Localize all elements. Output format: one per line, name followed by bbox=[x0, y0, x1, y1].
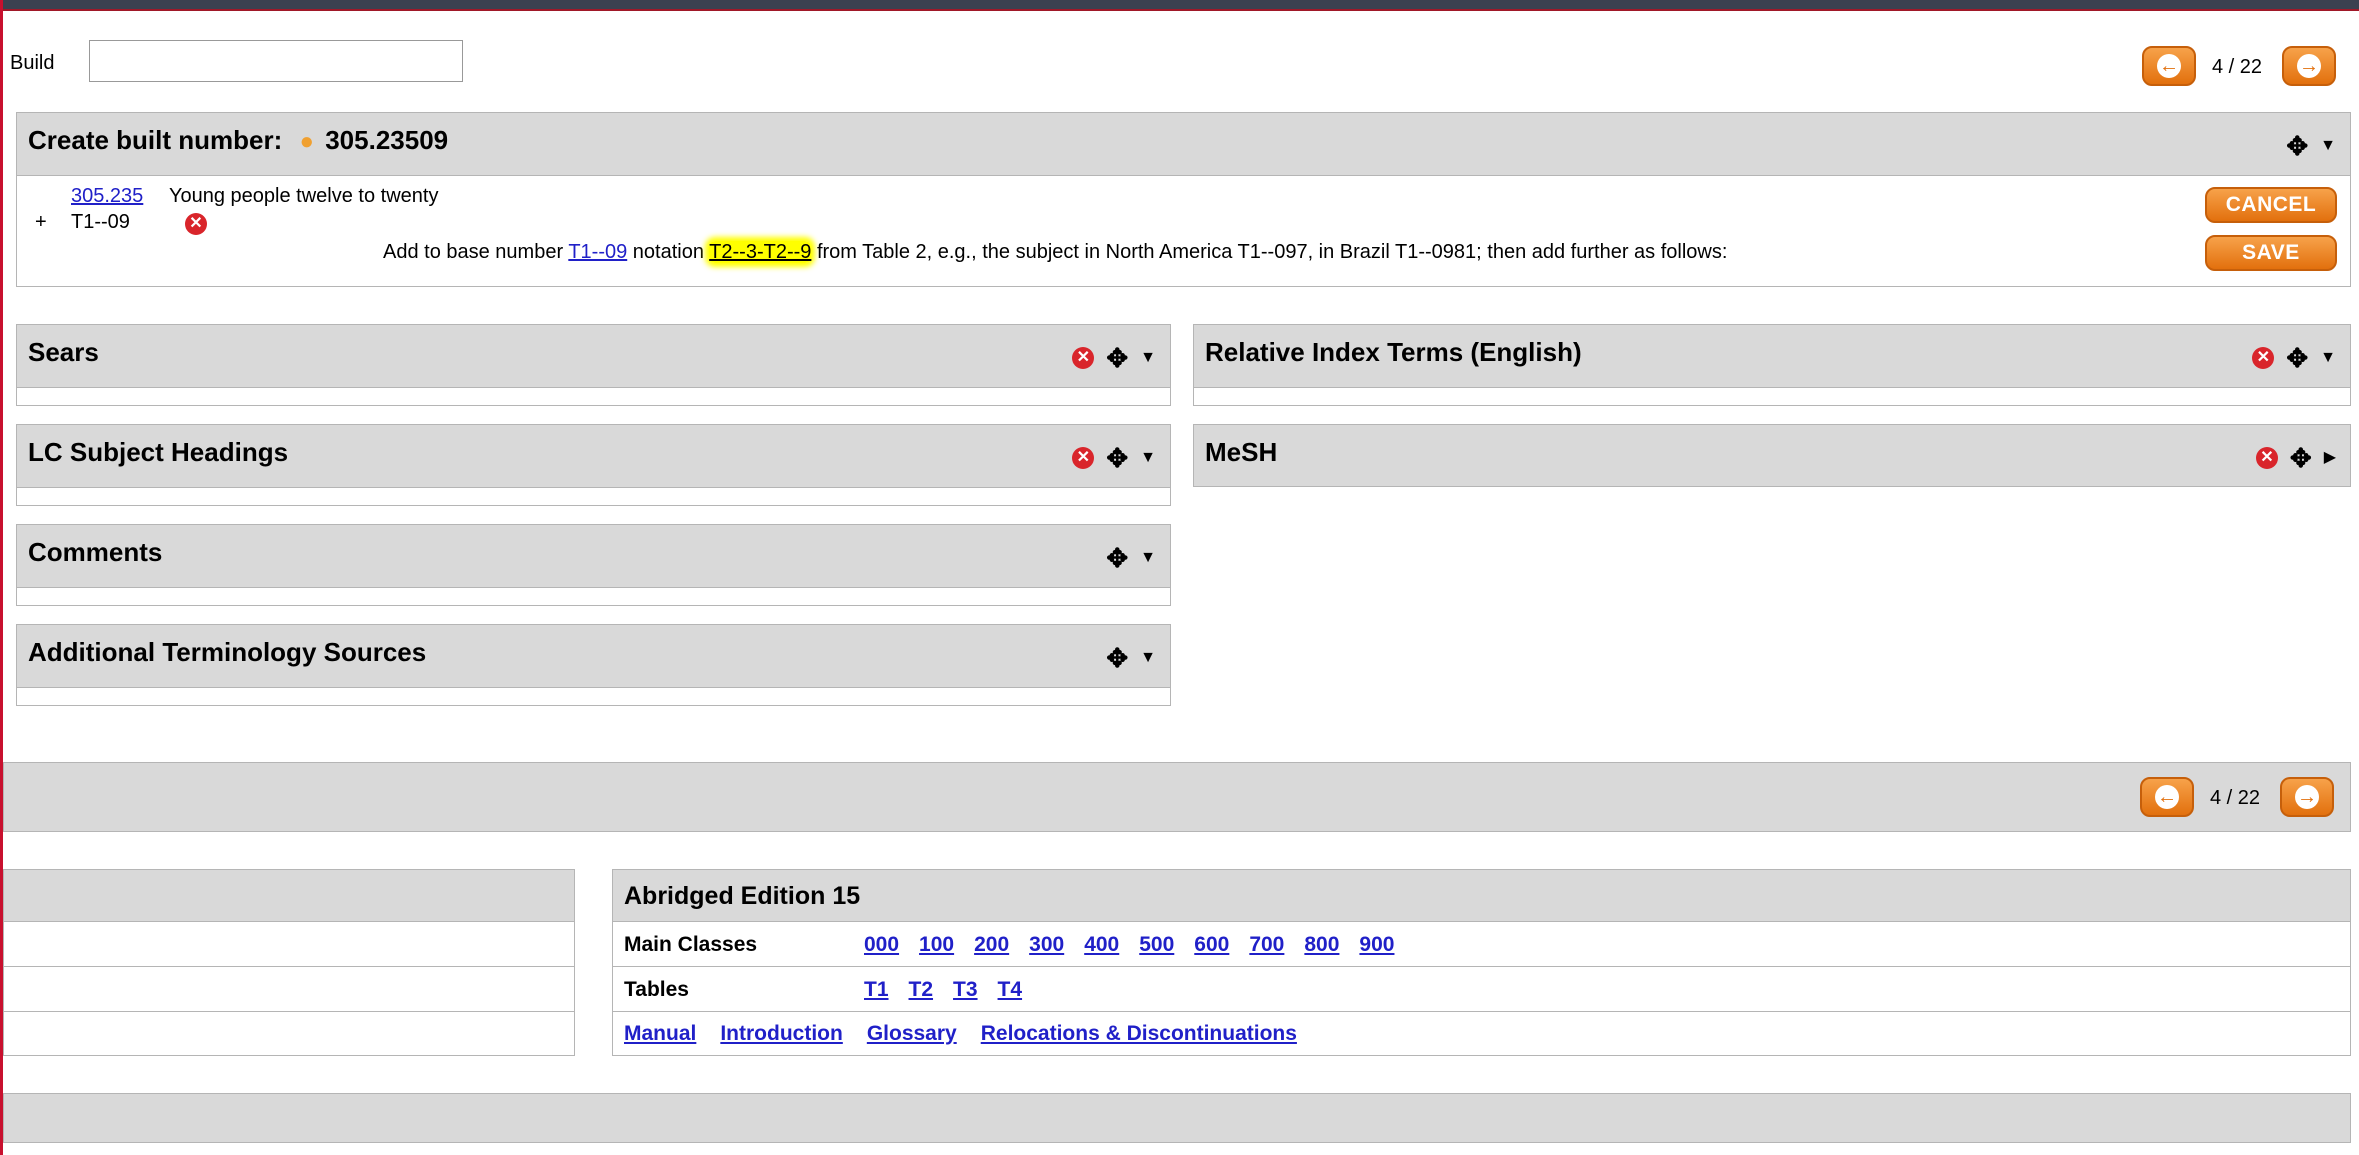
move-cross-icon[interactable]: ✥ bbox=[2290, 445, 2312, 471]
table-link[interactable]: T3 bbox=[953, 978, 978, 1001]
sears-panel: Sears ✕ ✥ ▼ bbox=[16, 324, 1171, 406]
comments-panel: Comments ✥ ▼ bbox=[16, 524, 1171, 606]
build-label: Build bbox=[10, 52, 55, 74]
additional-terminology-panel: Additional Terminology Sources ✥ ▼ bbox=[16, 624, 1171, 706]
remove-x-icon[interactable]: ✕ bbox=[185, 213, 207, 235]
next-record-button[interactable]: → bbox=[2280, 777, 2334, 817]
record-counter: 4 / 22 bbox=[2212, 56, 2263, 78]
main-class-link[interactable]: 400 bbox=[1084, 933, 1119, 956]
main-class-link[interactable]: 500 bbox=[1139, 933, 1174, 956]
remove-x-icon[interactable]: ✕ bbox=[2252, 347, 2275, 369]
abridged-title: Abridged Edition 15 bbox=[624, 882, 861, 910]
move-cross-icon[interactable]: ✥ bbox=[2286, 345, 2308, 371]
prev-record-button[interactable]: ← bbox=[2140, 777, 2194, 817]
introduction-link[interactable]: Introduction bbox=[720, 1022, 842, 1045]
table-link[interactable]: T2 bbox=[909, 978, 934, 1001]
add-code: T1--09 bbox=[71, 211, 130, 233]
caret-down-icon[interactable]: ▼ bbox=[1140, 350, 1156, 366]
caret-down-icon[interactable]: ▼ bbox=[2320, 138, 2336, 154]
resource-links-row: Manual Introduction Glossary Relocations & … bbox=[613, 1012, 2350, 1056]
caret-right-icon[interactable]: ▶ bbox=[2324, 450, 2336, 466]
relative-index-title: Relative Index Terms (English) bbox=[1205, 337, 1582, 367]
left-table-row bbox=[4, 922, 574, 967]
table-link[interactable]: T1 bbox=[864, 978, 889, 1001]
arrow-left-icon: ← bbox=[2157, 54, 2181, 78]
base-number-link[interactable]: 305.235 bbox=[71, 185, 143, 208]
create-built-number-panel: Create built number: ● 305.23509 ✥ ▼ 305… bbox=[16, 112, 2351, 287]
relative-index-panel: Relative Index Terms (English) ✕ ✥ ▼ bbox=[1193, 324, 2351, 406]
add-instruction: Add to base number T1--09 notation T2--3… bbox=[383, 241, 1728, 263]
main-class-link[interactable]: 800 bbox=[1304, 933, 1339, 956]
arrow-right-icon: → bbox=[2297, 54, 2321, 78]
bottom-pager-bar: ← 4 / 22 → bbox=[3, 762, 2351, 832]
main-classes-row: Main Classes 000 100 200 300 400 500 600 700 800… bbox=[613, 922, 2350, 967]
instruction-link-t1[interactable]: T1--09 bbox=[568, 241, 627, 263]
panel-header: Create built number: ● 305.23509 ✥ ▼ bbox=[17, 113, 2350, 176]
move-cross-icon[interactable]: ✥ bbox=[1106, 545, 1128, 571]
manual-link[interactable]: Manual bbox=[624, 1022, 696, 1045]
plus-sign: + bbox=[35, 211, 47, 233]
remove-x-icon[interactable]: ✕ bbox=[1072, 447, 1095, 469]
table-link[interactable]: T4 bbox=[998, 978, 1023, 1001]
arrow-right-icon: → bbox=[2295, 785, 2319, 809]
main-class-link[interactable]: 100 bbox=[919, 933, 954, 956]
arrow-left-icon: ← bbox=[2155, 785, 2179, 809]
instruction-link-t2-range[interactable]: T2--3-T2--9 bbox=[709, 241, 812, 263]
main-class-link[interactable]: 200 bbox=[974, 933, 1009, 956]
top-bar bbox=[0, 0, 2359, 11]
built-number: 305.23509 bbox=[325, 125, 449, 155]
main-class-link[interactable]: 900 bbox=[1359, 933, 1394, 956]
relocations-link[interactable]: Relocations & Discontinuations bbox=[981, 1022, 1297, 1045]
remove-x-icon[interactable]: ✕ bbox=[1072, 347, 1095, 369]
base-number-description: Young people twelve to twenty bbox=[169, 185, 439, 207]
left-table-row bbox=[4, 967, 574, 1012]
main-classes-label: Main Classes bbox=[624, 933, 758, 956]
lcsh-title: LC Subject Headings bbox=[28, 437, 289, 467]
caret-down-icon[interactable]: ▼ bbox=[1140, 550, 1156, 566]
person-icon: ● bbox=[299, 128, 314, 155]
left-table-header bbox=[4, 870, 574, 922]
tables-label: Tables bbox=[624, 978, 689, 1001]
sears-title: Sears bbox=[28, 337, 99, 367]
main-classes-links: 000 100 200 300 400 500 600 700 800 900 bbox=[864, 933, 1394, 957]
glossary-link[interactable]: Glossary bbox=[867, 1022, 957, 1045]
remove-x-icon[interactable]: ✕ bbox=[2255, 447, 2278, 469]
additional-title: Additional Terminology Sources bbox=[28, 637, 427, 667]
main-class-link[interactable]: 600 bbox=[1194, 933, 1229, 956]
caret-down-icon[interactable]: ▼ bbox=[2320, 350, 2336, 366]
main-class-link[interactable]: 300 bbox=[1029, 933, 1064, 956]
main-class-link[interactable]: 700 bbox=[1249, 933, 1284, 956]
tables-row: Tables T1 T2 T3 T4 bbox=[613, 967, 2350, 1012]
move-cross-icon[interactable]: ✥ bbox=[2286, 133, 2308, 159]
save-button[interactable]: SAVE bbox=[2205, 235, 2337, 271]
caret-down-icon[interactable]: ▼ bbox=[1140, 650, 1156, 666]
cancel-button[interactable]: CANCEL bbox=[2205, 187, 2337, 223]
move-cross-icon[interactable]: ✥ bbox=[1106, 645, 1128, 671]
main-class-link[interactable]: 000 bbox=[864, 933, 899, 956]
caret-down-icon[interactable]: ▼ bbox=[1140, 450, 1156, 466]
abridged-edition-table: Abridged Edition 15 Main Classes 000 100 2… bbox=[612, 869, 2351, 1056]
tables-links: T1 T2 T3 T4 bbox=[864, 978, 1022, 1002]
build-input[interactable] bbox=[89, 40, 463, 82]
move-cross-icon[interactable]: ✥ bbox=[1106, 445, 1128, 471]
mesh-title: MeSH bbox=[1205, 437, 1278, 467]
move-cross-icon[interactable]: ✥ bbox=[1106, 345, 1128, 371]
prev-record-button[interactable]: ← bbox=[2142, 46, 2196, 86]
next-record-button[interactable]: → bbox=[2282, 46, 2336, 86]
panel-title: Create built number: ● 305.23509 bbox=[28, 125, 449, 155]
record-counter: 4 / 22 bbox=[2210, 787, 2261, 809]
comments-title: Comments bbox=[28, 537, 163, 567]
mesh-panel: MeSH ✕ ✥ ▶ bbox=[1193, 424, 2351, 487]
footer-bar bbox=[3, 1093, 2351, 1143]
lc-subject-headings-panel: LC Subject Headings ✕ ✥ ▼ bbox=[16, 424, 1171, 506]
left-side-table bbox=[3, 869, 575, 1056]
